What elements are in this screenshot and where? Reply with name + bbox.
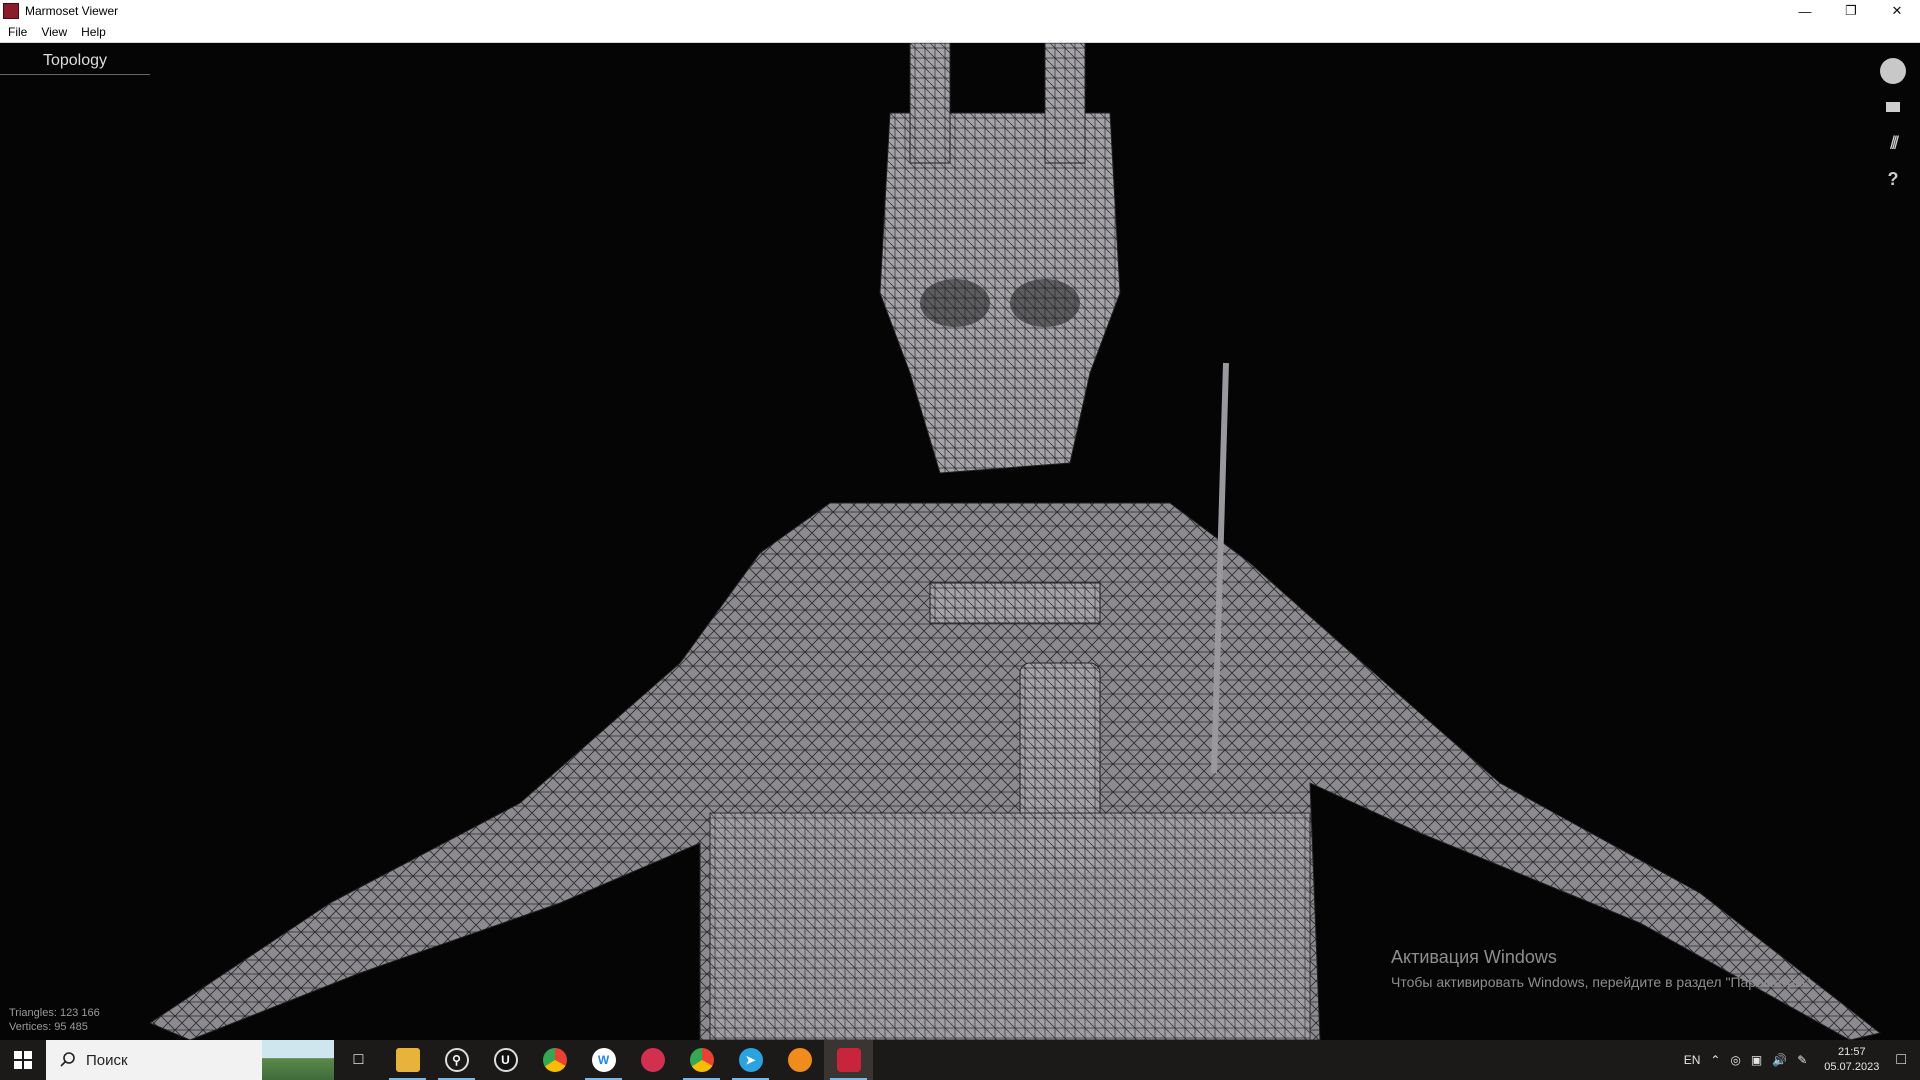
file-explorer-icon (395, 1048, 420, 1072)
unreal-engine-icon: U (493, 1048, 518, 1072)
system-tray: EN ⌃ ◎ ▣ 🔊 ✎ 21:57 05.07.2023 □ (1679, 1040, 1920, 1080)
help-icon: ? (1887, 168, 1899, 189)
window-title: Marmoset Viewer (25, 4, 119, 18)
clock-time: 21:57 (1838, 1046, 1866, 1058)
search-app-icon: ⚲ (444, 1048, 469, 1072)
chrome-button[interactable] (530, 1040, 579, 1080)
taskbar: Поиск □ ⚲ U W ➤ EN ⌃ ◎ ▣ 🔊 ✎ 21:57 05.07… (0, 1040, 1920, 1080)
menu-bar: File View Help (0, 22, 1920, 43)
start-button[interactable] (0, 1040, 46, 1080)
unreal-engine-button[interactable]: U (481, 1040, 530, 1080)
marmoset-button[interactable] (824, 1040, 873, 1080)
topology-tab[interactable]: Topology (0, 49, 150, 75)
language-indicator[interactable]: EN (1684, 1053, 1701, 1067)
activation-title: Активация Windows (1391, 947, 1557, 967)
search-highlight-image (262, 1040, 334, 1080)
material-icon: /// (1889, 132, 1899, 153)
marmoset-app-icon (3, 3, 19, 19)
fullscreen-button[interactable] (1876, 89, 1910, 125)
menu-file[interactable]: File (8, 25, 27, 39)
pen-icon[interactable]: ✎ (1797, 1053, 1807, 1067)
restore-icon: ❐ (1845, 3, 1857, 18)
menu-help[interactable]: Help (81, 25, 106, 39)
material-button[interactable]: /// (1876, 125, 1910, 161)
side-toolbar: /// ? (1876, 53, 1910, 197)
activation-subtitle: Чтобы активировать Windows, перейдите в … (1391, 974, 1814, 990)
task-view-button[interactable]: □ (334, 1040, 383, 1080)
blender-icon (787, 1048, 812, 1072)
avatar-icon (1880, 58, 1906, 84)
screen-icon (1886, 102, 1900, 112)
chrome-profile-button[interactable] (677, 1040, 726, 1080)
close-button[interactable]: ✕ (1874, 0, 1920, 22)
avatar-button[interactable] (1876, 53, 1910, 89)
minimize-button[interactable]: — (1782, 0, 1828, 22)
close-icon: ✕ (1891, 3, 1903, 18)
chrome-icon (542, 1048, 567, 1072)
notifications-icon[interactable]: □ (1896, 1051, 1906, 1069)
clock[interactable]: 21:57 05.07.2023 (1824, 1045, 1879, 1075)
title-bar: Marmoset Viewer — ❐ ✕ (0, 0, 1920, 22)
minimize-icon: — (1798, 3, 1812, 19)
telegram-button[interactable]: ➤ (726, 1040, 775, 1080)
search-icon (60, 1052, 75, 1067)
task-view-icon: □ (353, 1051, 364, 1068)
chevron-up-icon[interactable]: ⌃ (1710, 1053, 1720, 1067)
network-icon[interactable]: ▣ (1751, 1053, 1762, 1067)
triangles-count: Triangles: 123 166 (9, 1007, 100, 1019)
marmoset-icon (836, 1048, 861, 1072)
game-app-icon (640, 1048, 665, 1072)
wacom-icon: W (591, 1048, 616, 1072)
mesh-stats: Triangles: 123 166 Vertices: 95 485 (9, 1006, 100, 1034)
menu-view[interactable]: View (41, 25, 67, 39)
taskbar-search[interactable]: Поиск (46, 1040, 334, 1080)
camera-icon[interactable]: ◎ (1730, 1053, 1740, 1067)
wacom-button[interactable]: W (579, 1040, 628, 1080)
windows-activation-watermark: Активация Windows Чтобы активировать Win… (1391, 947, 1814, 990)
telegram-icon: ➤ (738, 1048, 763, 1072)
help-button[interactable]: ? (1876, 161, 1910, 197)
blender-button[interactable] (775, 1040, 824, 1080)
wireframe-model (148, 43, 1882, 1040)
game-app-button[interactable] (628, 1040, 677, 1080)
file-explorer-button[interactable] (383, 1040, 432, 1080)
chrome-profile-icon (689, 1048, 714, 1072)
clock-date: 05.07.2023 (1824, 1061, 1880, 1073)
search-app-button[interactable]: ⚲ (432, 1040, 481, 1080)
restore-button[interactable]: ❐ (1828, 0, 1874, 22)
3d-viewport[interactable]: Topology /// ? Triangles: 123 166 Vertic… (0, 43, 1920, 1040)
volume-icon[interactable]: 🔊 (1772, 1053, 1787, 1067)
windows-icon (14, 1051, 32, 1069)
vertices-count: Vertices: 95 485 (9, 1021, 88, 1033)
search-placeholder: Поиск (86, 1051, 128, 1069)
